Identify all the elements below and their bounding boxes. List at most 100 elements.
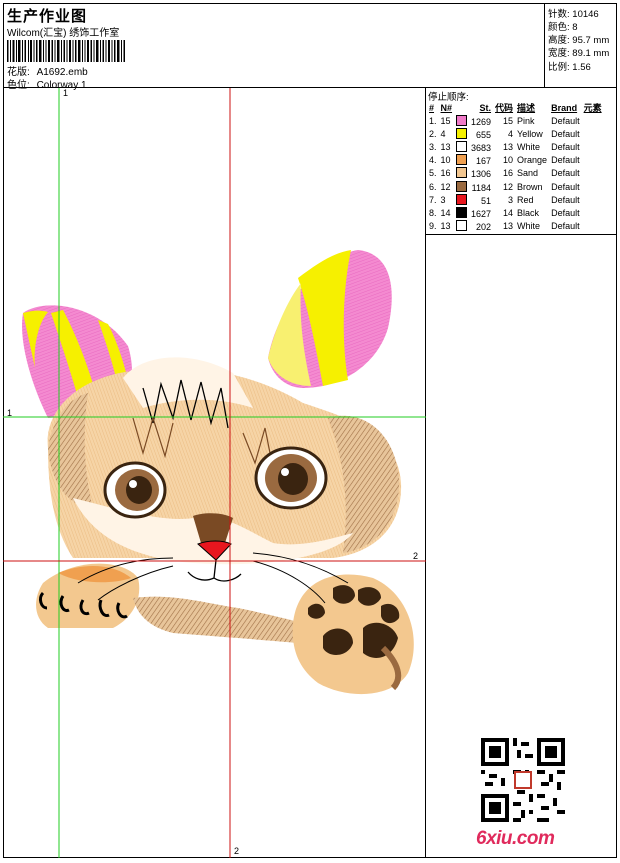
stitch-count: 167 [454, 154, 493, 167]
thread-brand: Default [551, 155, 580, 166]
column-header: # [429, 102, 435, 113]
stop-sequence-table: # N# St. 代码 描述 Brand 元素 1. 15 1269 15 Pink De… [427, 101, 604, 233]
stop-sequence-panel: 停止顺序: # N# St. 代码 描述 Brand 元素 1. 15 1269 15… [426, 88, 617, 235]
stat-value: 89.1 mm [572, 48, 610, 59]
table-row: 9. 13 202 13 White Default [427, 220, 604, 233]
color-code: 10 [503, 155, 514, 166]
element-cell [582, 140, 604, 153]
thread-brand: Default [551, 181, 580, 192]
color-description: Brown [517, 181, 543, 192]
stitch-count: 3683 [454, 140, 493, 153]
stat-scale: 比例: 1.56 [548, 59, 591, 73]
stitch-count-value: 3683 [471, 142, 492, 153]
element-cell [582, 127, 604, 140]
right-eye [254, 446, 328, 510]
color-code: 4 [508, 128, 514, 139]
needle-number: 4 [440, 128, 446, 139]
color-description: Sand [517, 168, 539, 179]
color-code: 12 [503, 181, 514, 192]
stat-width: 宽度: 89.1 mm [548, 45, 609, 59]
company-name: Wilcom(汇宝) 绣饰工作室 [7, 28, 120, 39]
table-row: 8. 14 1627 14 Black Default [427, 206, 604, 219]
color-code: 14 [503, 207, 514, 218]
color-code: 15 [503, 115, 514, 126]
stitch-count: 1269 [454, 114, 493, 127]
green-guide-label-top: 1 [63, 88, 69, 98]
needle-number: 16 [440, 168, 451, 179]
stat-colors: 颜色: 8 [548, 19, 578, 33]
stitch-count-value: 202 [476, 222, 492, 233]
row-index: 3. [429, 141, 437, 152]
color-swatch [456, 193, 468, 205]
red-guide-label-right: 2 [413, 551, 419, 561]
table-row: 1. 15 1269 15 Pink Default [427, 114, 604, 127]
color-description: White [517, 221, 541, 232]
row-index: 5. [429, 168, 437, 179]
element-cell [582, 114, 604, 127]
column-header: St. [479, 102, 492, 113]
table-row: 4. 10 167 10 Orange Default [427, 154, 604, 167]
stitch-count: 655 [454, 127, 493, 140]
left-eye [103, 461, 167, 519]
color-swatch [456, 180, 468, 192]
color-description: Red [517, 194, 534, 205]
table-row: 6. 12 1184 12 Brown Default [427, 180, 604, 193]
element-cell [582, 193, 604, 206]
row-index: 6. [429, 181, 437, 192]
color-description: Orange [517, 155, 548, 166]
color-swatch [456, 140, 468, 152]
table-row: 5. 16 1306 16 Sand Default [427, 167, 604, 180]
stat-value: 1.56 [572, 62, 591, 73]
color-swatch [456, 167, 468, 179]
element-cell [582, 206, 604, 219]
thread-brand: Default [551, 194, 580, 205]
embroidery-design [3, 88, 426, 858]
stitch-count: 51 [454, 193, 493, 206]
green-guide-label-left: 1 [7, 408, 13, 418]
element-cell [582, 167, 604, 180]
needle-number: 14 [440, 207, 451, 218]
stitch-count-value: 1627 [471, 208, 492, 219]
color-code: 3 [508, 194, 514, 205]
page-title: 生产作业图 [7, 8, 88, 25]
color-description: White [517, 141, 541, 152]
stat-height: 高度: 95.7 mm [548, 32, 609, 46]
color-code: 16 [503, 168, 514, 179]
row-index: 8. [429, 207, 437, 218]
row-index: 7. [429, 194, 437, 205]
stitch-count-value: 1269 [471, 116, 492, 127]
header-info: 生产作业图 Wilcom(汇宝) 绣饰工作室 花版: A1692.emb 色位:… [3, 3, 545, 91]
stitch-count: 202 [454, 220, 493, 233]
element-cell [582, 154, 604, 167]
color-description: Pink [517, 115, 535, 126]
color-code: 13 [503, 141, 514, 152]
column-header: 元素 [583, 103, 602, 113]
stitch-count-value: 1306 [471, 169, 492, 180]
stat-stitches: 针数: 10146 [548, 6, 599, 20]
element-cell [582, 220, 604, 233]
thread-brand: Default [551, 207, 580, 218]
right-paw [292, 574, 414, 695]
color-swatch [456, 114, 468, 126]
needle-number: 3 [440, 194, 446, 205]
thread-brand: Default [551, 141, 580, 152]
color-code: 13 [503, 221, 514, 232]
row-index: 1. [429, 115, 437, 126]
color-description: Black [517, 207, 540, 218]
needle-number: 12 [440, 181, 451, 192]
color-description: Yellow [517, 128, 543, 139]
needle-number: 13 [440, 141, 451, 152]
color-swatch [456, 206, 468, 218]
row-index: 9. [429, 221, 437, 232]
element-cell [582, 180, 604, 193]
table-row: 2. 4 655 4 Yellow Default [427, 127, 604, 140]
left-paw [36, 563, 303, 643]
column-header: 描述 [517, 103, 536, 113]
stitch-count-value: 1184 [471, 182, 492, 193]
row-index: 2. [429, 128, 437, 139]
barcode-icon [7, 40, 125, 62]
thread-brand: Default [551, 115, 580, 126]
stitch-count-value: 655 [476, 129, 492, 140]
red-guide-label-bottom: 2 [234, 846, 240, 856]
stitch-count-value: 51 [481, 195, 492, 206]
